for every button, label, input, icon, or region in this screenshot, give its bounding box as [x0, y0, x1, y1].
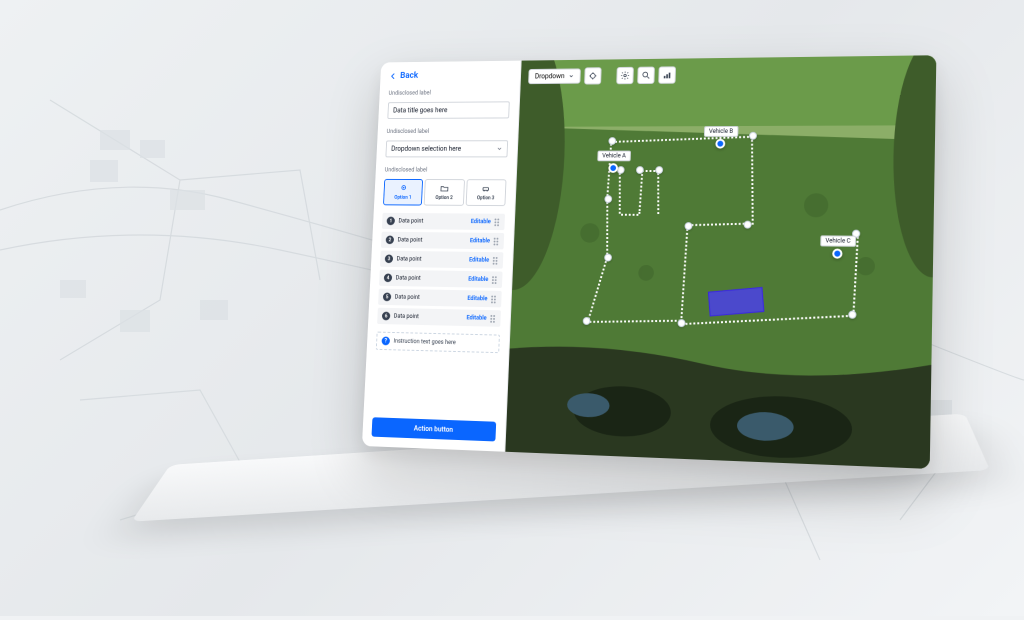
- folder-icon: [440, 184, 450, 194]
- data-point-label: Data point: [398, 218, 423, 225]
- toolbar-dropdown-label: Dropdown: [535, 72, 565, 80]
- route-segment: [657, 170, 659, 214]
- vehicle-label: Vehicle A: [597, 151, 631, 162]
- app-screen: Back Undisclosed label Undisclosed label…: [362, 55, 936, 469]
- stats-button[interactable]: [658, 66, 676, 84]
- vehicle-label: Vehicle C: [820, 235, 856, 246]
- map-panel[interactable]: Vehicle A Vehicle B Vehicle C Dropdown: [505, 55, 936, 469]
- data-point-edit[interactable]: Editable: [468, 276, 488, 283]
- vehicle-marker-c[interactable]: Vehicle C: [820, 235, 856, 259]
- segment-option-1[interactable]: Option 1: [383, 179, 423, 206]
- toolbar-dropdown[interactable]: Dropdown: [528, 68, 581, 84]
- drag-handle-icon[interactable]: [491, 295, 497, 303]
- data-point-label: Data point: [396, 256, 421, 263]
- route-segment: [619, 170, 621, 214]
- instruction-text: Instruction text goes here: [393, 338, 456, 346]
- crosshair-icon: [588, 71, 598, 81]
- arrow-left-icon: [389, 72, 397, 80]
- vehicle-dot-icon: [609, 163, 619, 173]
- vehicle-dot-icon: [833, 249, 843, 259]
- data-point-edit[interactable]: Editable: [466, 314, 486, 321]
- aerial-imagery: [505, 55, 936, 469]
- vehicle-dot-icon: [716, 139, 726, 149]
- gear-icon: [620, 71, 630, 81]
- data-point-label: Data point: [396, 275, 421, 282]
- segment-control: Option 1 Option 2 Option 3: [383, 179, 506, 206]
- instruction-row: ? Instruction text goes here: [376, 332, 500, 354]
- vehicle-marker-b[interactable]: Vehicle B: [704, 126, 739, 149]
- data-point-number: 2: [386, 236, 395, 245]
- segment-2-label: Option 2: [435, 195, 453, 201]
- dropdown-field-label: Undisclosed label: [387, 128, 509, 135]
- data-point-row[interactable]: 4 Data point Editable: [379, 270, 503, 288]
- bar-chart-icon: [662, 70, 672, 80]
- dropdown-value: Dropdown selection here: [391, 145, 461, 153]
- data-point-list: 1 Data point Editable 2 Data point Edita…: [377, 213, 505, 327]
- data-point-number: 1: [387, 217, 396, 226]
- data-point-edit[interactable]: Editable: [471, 218, 491, 225]
- selected-region[interactable]: [708, 287, 764, 317]
- data-point-row[interactable]: 2 Data point Editable: [381, 232, 504, 250]
- drag-handle-icon[interactable]: [490, 314, 496, 322]
- data-point-edit[interactable]: Editable: [469, 257, 489, 264]
- data-point-edit[interactable]: Editable: [470, 237, 490, 244]
- chevron-down-icon: [568, 73, 574, 79]
- dropdown-select[interactable]: Dropdown selection here: [385, 140, 508, 157]
- data-point-number: 5: [383, 293, 392, 302]
- segment-1-label: Option 1: [394, 195, 411, 201]
- data-point-label: Data point: [395, 294, 420, 301]
- title-input[interactable]: [387, 101, 509, 119]
- info-icon: ?: [381, 337, 390, 346]
- drag-handle-icon[interactable]: [492, 276, 498, 284]
- drag-handle-icon[interactable]: [493, 237, 499, 245]
- vehicle-icon: [481, 184, 491, 194]
- data-point-label: Data point: [394, 313, 419, 320]
- route-segment: [621, 214, 638, 216]
- data-point-number: 3: [385, 254, 394, 263]
- action-button[interactable]: Action button: [371, 417, 496, 441]
- vehicle-label: Vehicle B: [704, 126, 738, 137]
- location-pin-icon: [399, 184, 408, 193]
- data-point-row[interactable]: 3 Data point Editable: [380, 251, 503, 269]
- data-point-row[interactable]: 6 Data point Editable: [377, 308, 501, 327]
- title-field-label: Undisclosed label: [388, 89, 510, 97]
- vehicle-marker-a[interactable]: Vehicle A: [597, 151, 631, 173]
- data-point-row[interactable]: 5 Data point Editable: [378, 289, 502, 308]
- settings-button[interactable]: [616, 67, 634, 84]
- segment-field-label: Undisclosed label: [385, 167, 507, 174]
- back-label: Back: [400, 71, 418, 81]
- segment-option-2[interactable]: Option 2: [424, 179, 465, 206]
- add-marker-button[interactable]: [584, 67, 602, 84]
- search-icon: [641, 70, 651, 80]
- map-toolbar: Dropdown: [528, 66, 676, 85]
- data-point-edit[interactable]: Editable: [467, 295, 487, 302]
- drag-handle-icon[interactable]: [494, 218, 500, 226]
- back-button[interactable]: Back: [389, 70, 511, 81]
- segment-option-3[interactable]: Option 3: [465, 179, 506, 206]
- segment-3-label: Option 3: [477, 195, 495, 201]
- search-button[interactable]: [637, 67, 655, 84]
- data-point-number: 6: [382, 312, 391, 321]
- data-point-number: 4: [384, 273, 393, 282]
- drag-handle-icon[interactable]: [493, 256, 499, 264]
- data-point-row[interactable]: 1 Data point Editable: [382, 213, 505, 230]
- data-point-label: Data point: [397, 237, 422, 244]
- chevron-down-icon: [497, 146, 503, 152]
- sidebar-panel: Back Undisclosed label Undisclosed label…: [362, 61, 522, 452]
- route-segment: [606, 199, 608, 258]
